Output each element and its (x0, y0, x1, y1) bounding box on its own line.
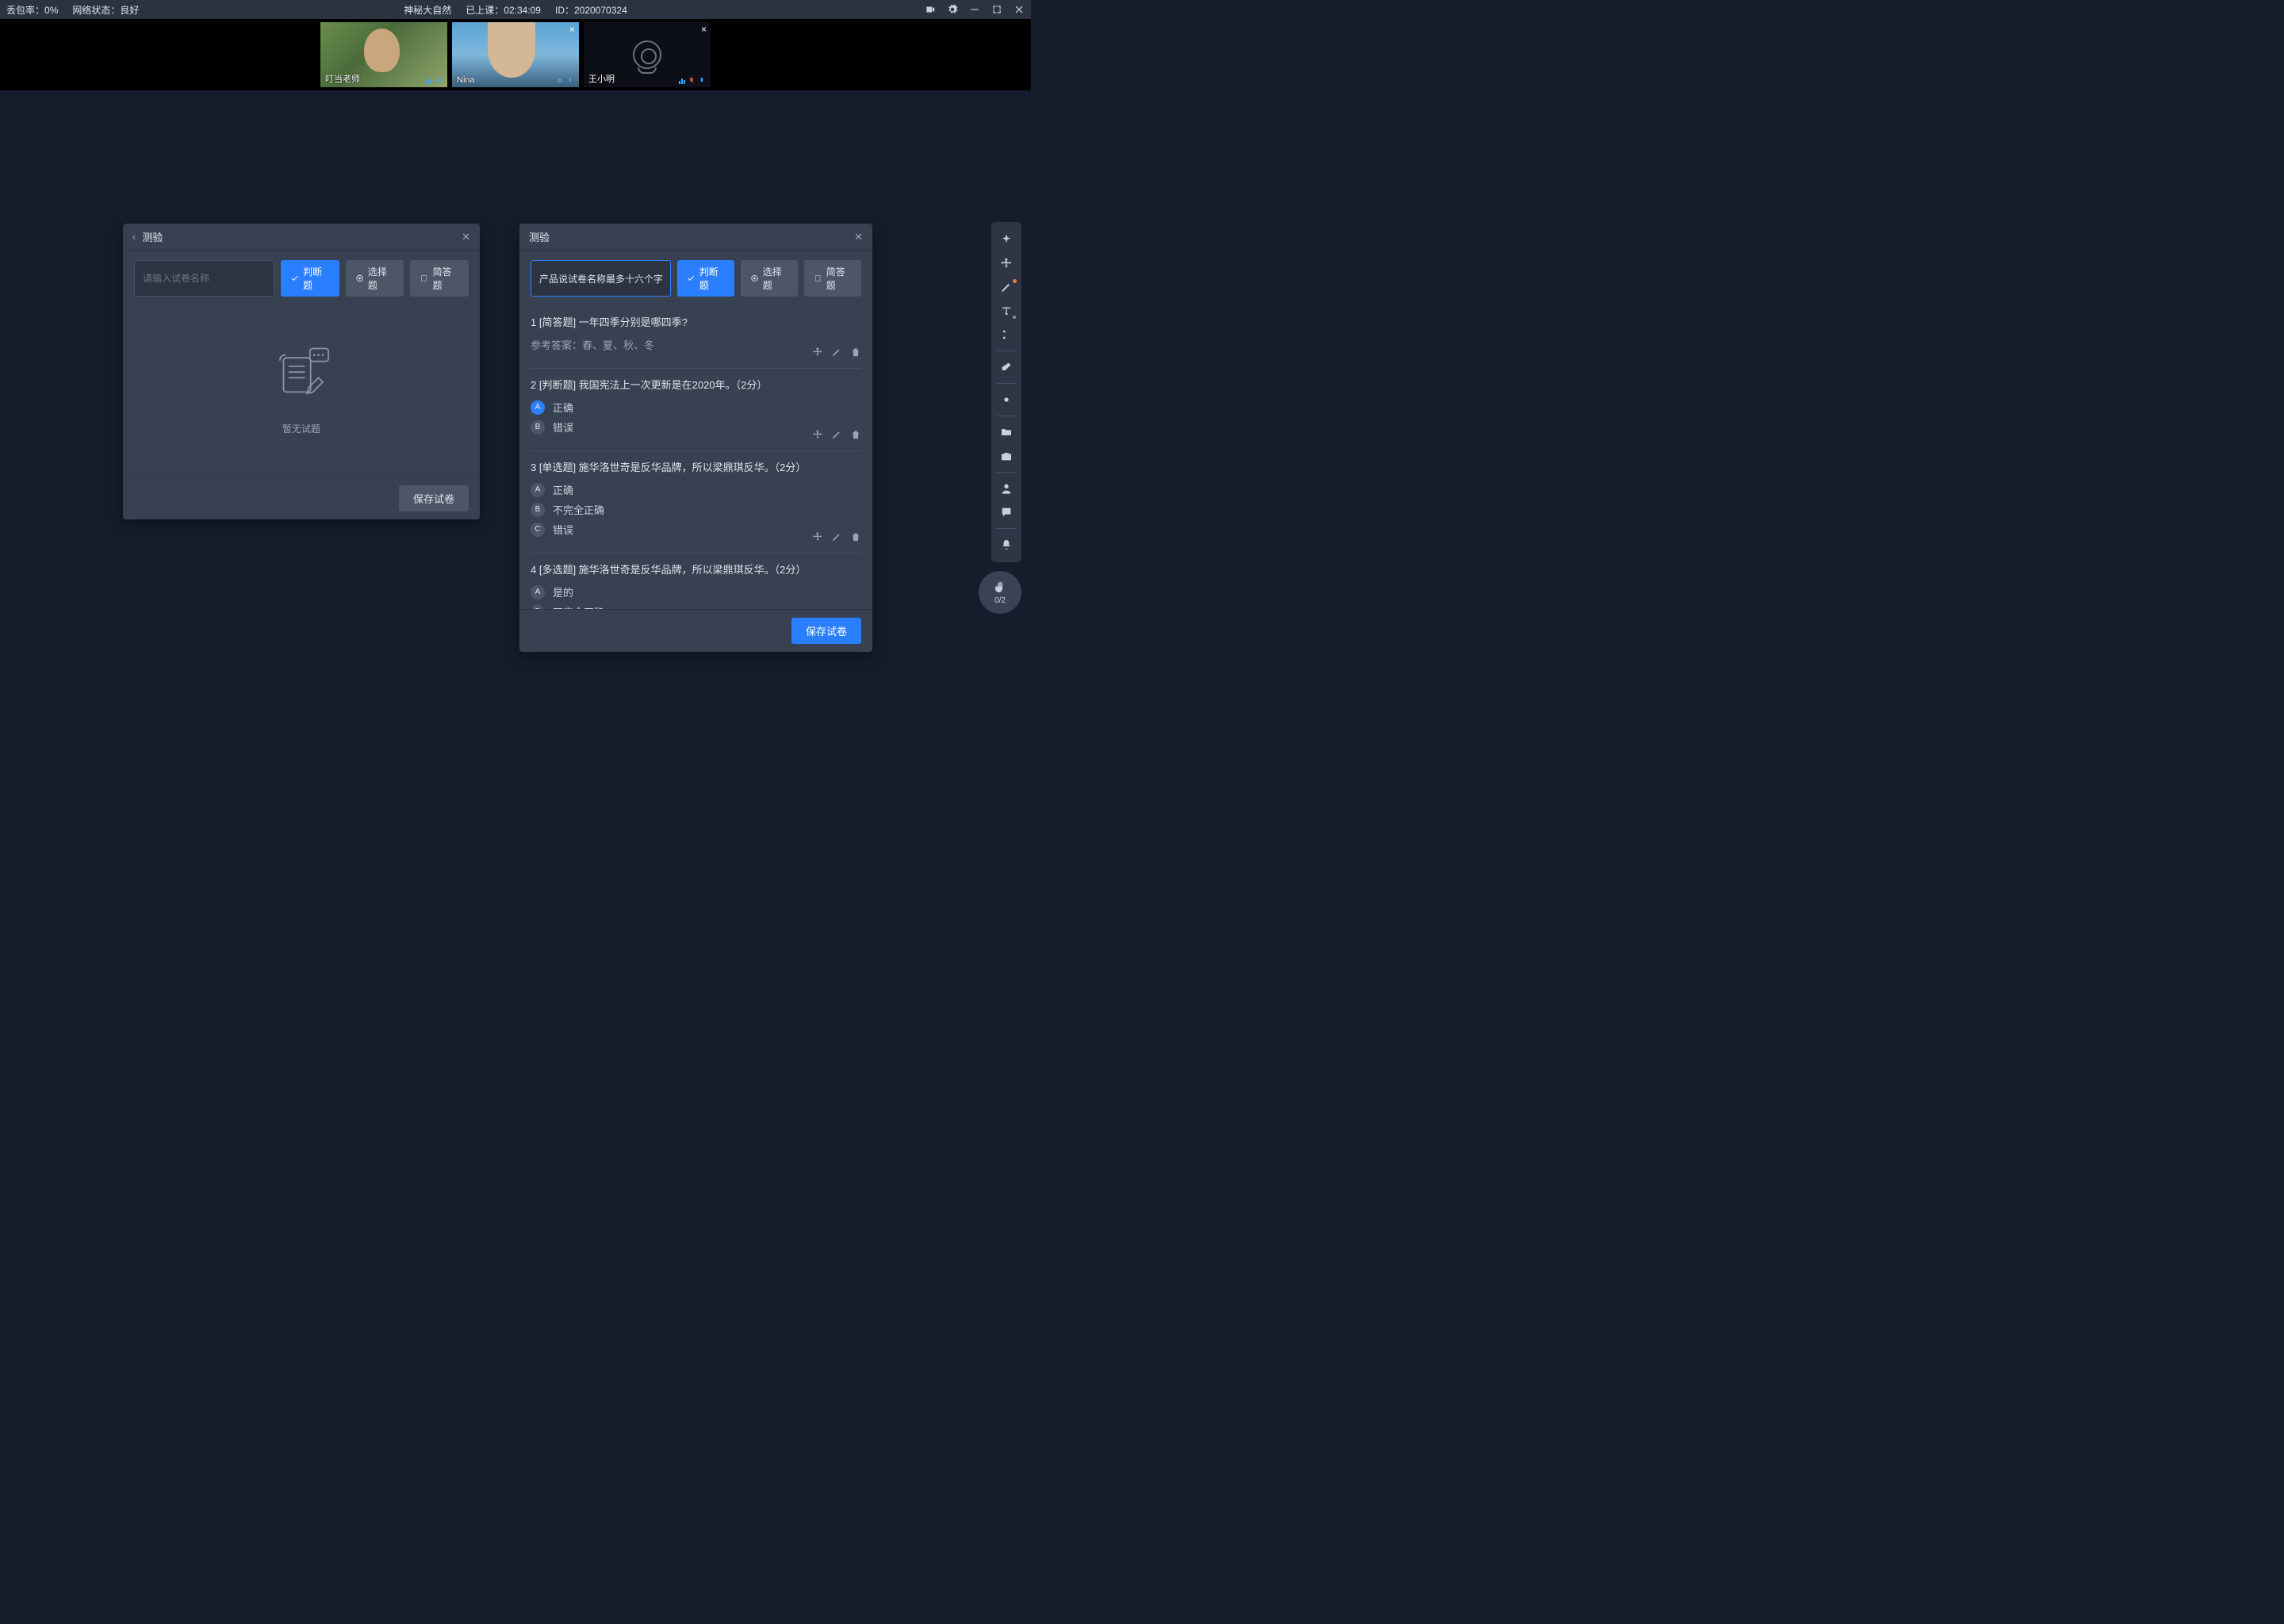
question-block: 1 [简答题] 一年四季分别是哪四季?参考答案：春、夏、秋、冬 (531, 306, 861, 369)
question-title: 4 [多选题] 施华洛世奇是反华品牌，所以梁鼎琪反华。（2分） (531, 561, 861, 576)
option-label: 不完全正确 (553, 502, 604, 517)
option-badge: B (531, 503, 545, 517)
option-label: 正确 (553, 400, 573, 415)
brightness-icon[interactable] (994, 389, 1019, 411)
tools-toolbar (991, 222, 1021, 562)
option-row[interactable]: A 是的 (531, 584, 861, 599)
option-badge: A (531, 400, 545, 415)
option-badge: A (531, 483, 545, 497)
save-exam-button[interactable]: 保存试卷 (399, 485, 469, 511)
move-icon[interactable] (812, 347, 823, 360)
exam-name-input[interactable] (531, 260, 671, 297)
audio-indicator-icon (679, 77, 706, 85)
person-icon[interactable] (994, 477, 1019, 500)
question-title: 3 [单选题] 施华洛世奇是反华品牌，所以梁鼎琪反华。（2分） (531, 459, 861, 474)
quiz-panel-empty: ‹ 测验 ✕ 判断题 选择题 简答题 (123, 224, 480, 519)
move-icon[interactable] (994, 252, 1019, 274)
add-choice-button[interactable]: 选择题 (346, 260, 404, 297)
scissors-icon[interactable] (994, 324, 1019, 346)
text-icon[interactable] (994, 300, 1019, 322)
pointer-icon[interactable] (994, 228, 1019, 251)
close-icon[interactable] (1014, 4, 1025, 15)
question-tools (812, 531, 861, 545)
close-icon[interactable]: ✕ (462, 231, 470, 243)
pen-icon[interactable] (994, 276, 1019, 298)
tile-close-icon[interactable]: × (569, 24, 575, 35)
add-short-answer-button[interactable]: 简答题 (410, 260, 469, 297)
network-status: 网络状态：良好 (72, 3, 139, 17)
participant-name: 叮当老师 (325, 72, 360, 85)
delete-icon[interactable] (850, 429, 861, 442)
empty-state: 暂无试题 (134, 306, 469, 467)
option-label: 错误 (553, 419, 573, 435)
option-label: 是的 (553, 584, 573, 599)
move-icon[interactable] (812, 429, 823, 442)
question-title: 1 [简答题] 一年四季分别是哪四季? (531, 314, 861, 329)
edit-icon[interactable] (831, 429, 842, 442)
option-label: 错误 (553, 522, 573, 537)
video-tile-student[interactable]: × 王小明 (584, 22, 711, 87)
participant-name: Nina (457, 75, 475, 85)
question-tools (812, 429, 861, 442)
back-icon[interactable]: ‹ (132, 231, 136, 243)
option-badge: C (531, 523, 545, 537)
close-icon[interactable]: ✕ (854, 231, 863, 243)
raise-hand-badge[interactable]: 0/2 (979, 571, 1021, 614)
option-row[interactable]: A 正确 (531, 482, 861, 497)
minimize-icon[interactable] (969, 4, 980, 15)
question-block: 4 [多选题] 施华洛世奇是反华品牌，所以梁鼎琪反华。（2分） A 是的 B 不完全正确… (531, 553, 861, 609)
audio-indicator-icon (556, 77, 574, 85)
option-label: 正确 (553, 482, 573, 497)
participant-name: 王小明 (588, 72, 615, 85)
quiz-panel-filled: 测验 ✕ 判断题 选择题 简答题 1 [简答题] 一年四季分别是哪四季?参考答案… (519, 224, 872, 652)
raise-hand-count: 0/2 (994, 596, 1006, 605)
move-icon[interactable] (812, 531, 823, 545)
camera-icon[interactable] (925, 4, 936, 15)
add-choice-button[interactable]: 选择题 (741, 260, 798, 297)
eraser-icon[interactable] (994, 356, 1019, 378)
delete-icon[interactable] (850, 347, 861, 360)
panel-title: 测验 (529, 229, 550, 244)
camera-off-icon (633, 40, 661, 69)
packet-loss: 丢包率：0% (6, 3, 58, 17)
option-row[interactable]: A 正确 (531, 400, 861, 415)
question-title: 2 [判断题] 我国宪法上一次更新是在2020年。（2分） (531, 377, 861, 392)
option-badge: B (531, 605, 545, 610)
question-block: 2 [判断题] 我国宪法上一次更新是在2020年。（2分） A 正确 B 错误 (531, 369, 861, 451)
video-tile-student[interactable]: × Nina (452, 22, 579, 87)
option-badge: A (531, 585, 545, 599)
option-row[interactable]: B 不完全正确 (531, 604, 861, 609)
maximize-icon[interactable] (991, 4, 1002, 15)
edit-icon[interactable] (831, 531, 842, 545)
edit-icon[interactable] (831, 347, 842, 360)
delete-icon[interactable] (850, 531, 861, 545)
add-judge-button[interactable]: 判断题 (281, 260, 339, 297)
settings-icon[interactable] (947, 4, 958, 15)
folder-icon[interactable] (994, 421, 1019, 443)
question-tools (812, 347, 861, 360)
toolbox-icon[interactable] (994, 445, 1019, 467)
empty-text: 暂无试题 (282, 422, 320, 435)
tile-close-icon[interactable]: × (701, 24, 707, 35)
option-label: 不完全正确 (553, 604, 604, 609)
save-exam-button[interactable]: 保存试卷 (791, 618, 861, 644)
add-judge-button[interactable]: 判断题 (677, 260, 734, 297)
top-bar: 丢包率：0% 网络状态：良好 神秘大自然 已上课：02:34:09 ID：202… (0, 0, 1031, 19)
option-row[interactable]: B 不完全正确 (531, 502, 861, 517)
add-short-answer-button[interactable]: 简答题 (804, 260, 861, 297)
option-badge: B (531, 420, 545, 435)
video-strip: 叮当老师 × Nina × 王小明 (0, 19, 1031, 90)
panel-title: 测验 (142, 229, 163, 244)
elapsed-time: 已上课：02:34:09 (466, 3, 541, 17)
course-title: 神秘大自然 (404, 3, 451, 17)
exam-name-input[interactable] (134, 260, 274, 297)
chat-icon[interactable] (994, 501, 1019, 523)
video-tile-teacher[interactable]: 叮当老师 (320, 22, 447, 87)
audio-indicator-icon (426, 77, 443, 85)
bell-icon[interactable] (994, 534, 1019, 556)
question-block: 3 [单选题] 施华洛世奇是反华品牌，所以梁鼎琪反华。（2分） A 正确 B 不完全正确… (531, 451, 861, 553)
session-id: ID：2020070324 (555, 3, 627, 17)
empty-document-icon (266, 338, 337, 409)
